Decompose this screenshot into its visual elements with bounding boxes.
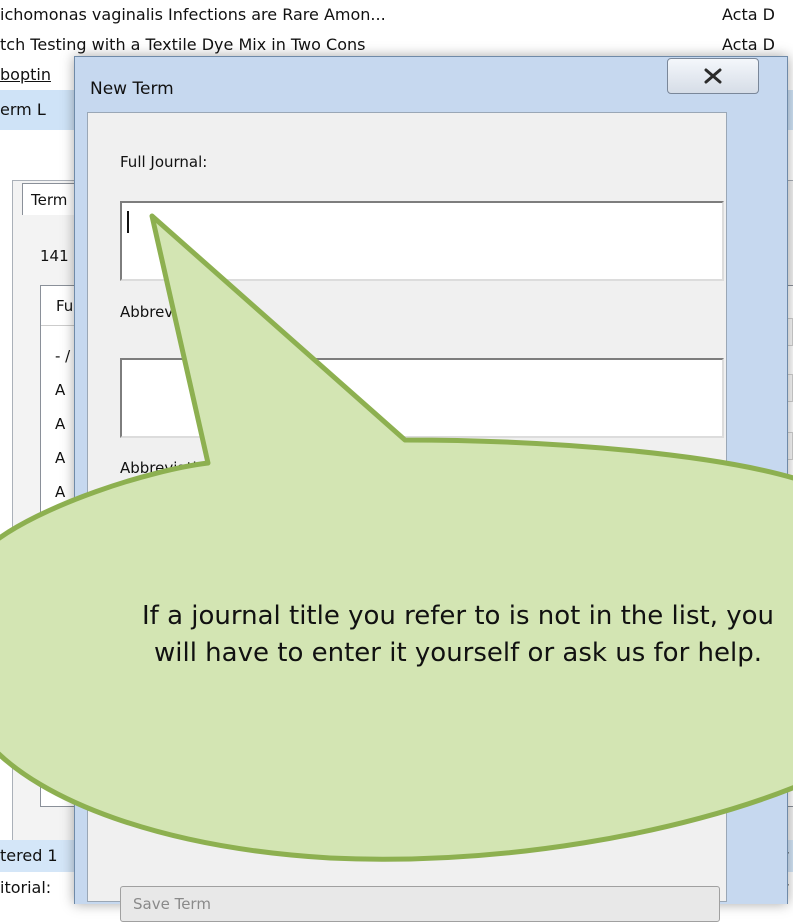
callout-text: If a journal title you refer to is not i… [141,601,774,668]
callout-bubble [0,213,793,862]
